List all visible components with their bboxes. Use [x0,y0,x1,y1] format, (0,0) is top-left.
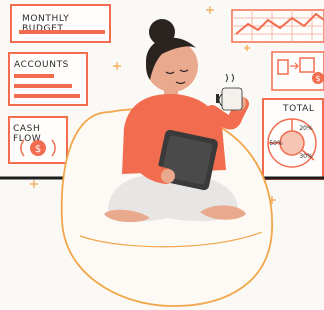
transfer-card: $ [271,51,324,91]
steam-icon [225,73,234,83]
cash-flow-icon: $ [20,139,56,157]
cash-flow-currency: $ [35,144,41,155]
coffee-mug [221,87,243,111]
total-segment-1: 20% [299,125,313,132]
transfer-currency: $ [315,74,320,83]
tea-tag-icon [216,94,219,103]
illustration: $ $ 20% 50% 30% [0,6,324,307]
total-segment-3: 30% [299,153,313,160]
total-segment-2: 50% [269,140,283,147]
total-donut-chart: 20% 50% 30% [267,118,317,168]
trend-chart-card [231,9,324,43]
